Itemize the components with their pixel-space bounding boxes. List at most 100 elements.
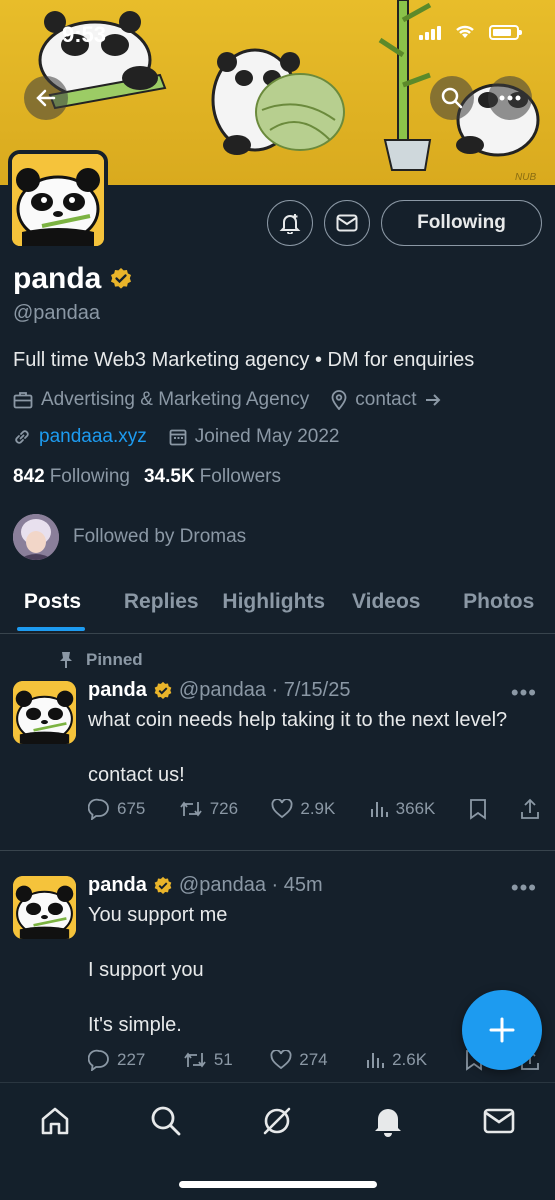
website-link[interactable]: pandaaa.xyz — [39, 426, 147, 448]
battery-icon — [489, 24, 522, 40]
followed-by-row[interactable]: Followed by Dromas — [13, 514, 246, 560]
profile-name: panda — [13, 262, 102, 295]
post-text-line: It's simple. — [88, 1014, 182, 1036]
analytics-icon — [370, 802, 388, 817]
post-text-line: I support you — [88, 959, 204, 981]
verified-badge-icon — [154, 876, 172, 894]
verified-badge-icon[interactable] — [109, 267, 133, 291]
panda-avatar-image — [13, 681, 76, 744]
tab-photos[interactable]: Photos — [443, 578, 555, 633]
post-handle-time: @pandaa · 7/15/25 — [178, 679, 351, 701]
tab-posts[interactable]: Posts — [0, 578, 105, 633]
profile-name-row: panda — [13, 262, 133, 296]
contact-link[interactable]: contact — [355, 389, 416, 411]
status-time: 9:53 — [62, 22, 107, 47]
tab-highlights[interactable]: Highlights — [218, 578, 331, 633]
home-indicator[interactable] — [179, 1181, 377, 1188]
views-button[interactable]: 2.6K — [365, 1050, 427, 1070]
post-actions: 675 726 2.9K 366K — [88, 798, 540, 820]
heart-icon — [271, 799, 293, 819]
post-author[interactable]: panda — [88, 679, 147, 702]
back-button[interactable] — [24, 76, 68, 120]
pinned-label: Pinned — [58, 650, 143, 670]
ellipsis-icon — [499, 95, 521, 101]
share-icon — [521, 798, 539, 819]
like-button[interactable]: 274 — [270, 1050, 328, 1070]
profile-tabs: Posts Replies Highlights Videos Photos — [0, 578, 555, 634]
following-button[interactable]: Following — [381, 200, 542, 246]
like-button[interactable]: 2.9K — [271, 799, 335, 819]
post-text-line: what coin needs help taking it to the ne… — [88, 709, 508, 731]
heart-icon — [270, 1050, 292, 1070]
tab-videos[interactable]: Videos — [330, 578, 443, 633]
plus-icon — [489, 1017, 515, 1043]
link-icon — [15, 430, 29, 444]
post-avatar[interactable] — [13, 876, 76, 939]
bell-icon — [375, 1109, 401, 1137]
nav-notifications[interactable] — [368, 1101, 408, 1141]
briefcase-icon — [13, 392, 33, 409]
profile-category: Advertising & Marketing Agency — [41, 389, 310, 410]
post-author[interactable]: panda — [88, 874, 147, 897]
profile-avatar[interactable] — [8, 150, 108, 250]
envelope-icon — [336, 214, 358, 232]
verified-badge-icon — [154, 681, 172, 699]
post-handle-time: @pandaa · 45m — [178, 874, 323, 896]
nav-messages[interactable] — [479, 1101, 519, 1141]
signal-icon — [419, 24, 441, 40]
calendar-icon — [169, 429, 187, 446]
wifi-icon — [456, 25, 474, 38]
arrow-left-icon — [36, 89, 56, 107]
post-text-line: contact us! — [88, 764, 185, 786]
repost-icon — [184, 1052, 206, 1068]
arrow-right-icon — [425, 394, 440, 406]
envelope-icon — [483, 1108, 515, 1134]
search-icon — [151, 1106, 181, 1136]
more-options-button[interactable] — [488, 76, 532, 120]
post-text-line: You support me — [88, 904, 228, 926]
joined-date: Joined May 2022 — [194, 426, 340, 447]
post-avatar[interactable] — [13, 681, 76, 744]
followers-count-link[interactable]: 34.5K Followers — [144, 466, 281, 488]
panda-avatar-image — [13, 876, 76, 939]
nav-home[interactable] — [35, 1101, 75, 1141]
post-more-icon[interactable]: ••• — [511, 680, 537, 706]
home-icon — [41, 1107, 69, 1135]
profile-meta-row-2: pandaaa.xyz Joined May 2022 — [13, 426, 339, 448]
profile-handle: @pandaa — [13, 302, 101, 324]
nav-search[interactable] — [146, 1101, 186, 1141]
post-more-icon[interactable]: ••• — [511, 875, 537, 901]
location-pin-icon — [331, 390, 347, 410]
bookmark-button[interactable] — [469, 798, 487, 820]
grok-icon — [263, 1107, 291, 1135]
views-button[interactable]: 366K — [369, 799, 435, 819]
bell-plus-icon — [279, 214, 301, 234]
repost-icon — [179, 801, 202, 817]
compose-post-button[interactable] — [462, 990, 542, 1070]
repost-button[interactable]: 51 — [183, 1050, 233, 1070]
post-header: panda @pandaa · 45m — [88, 874, 323, 897]
tab-replies[interactable]: Replies — [105, 578, 218, 633]
post-divider — [0, 850, 555, 851]
banner-signature: NUB — [515, 172, 536, 183]
search-button[interactable] — [430, 76, 474, 120]
reply-button[interactable]: 675 — [88, 798, 145, 820]
reply-button[interactable]: 227 — [88, 1049, 145, 1071]
follower-avatar — [13, 514, 59, 560]
reply-icon — [88, 798, 109, 820]
status-icons — [419, 24, 522, 40]
notifications-subscribe-button[interactable] — [267, 200, 313, 246]
search-icon — [441, 87, 463, 109]
following-count-link[interactable]: 842 Following — [13, 466, 130, 488]
nav-grok[interactable] — [257, 1101, 297, 1141]
profile-bio: Full time Web3 Marketing agency • DM for… — [13, 349, 475, 371]
bookmark-icon — [469, 799, 486, 820]
followed-by-text: Followed by Dromas — [73, 526, 247, 547]
analytics-icon — [367, 1053, 385, 1068]
post-header: panda @pandaa · 7/15/25 — [88, 679, 350, 702]
message-button[interactable] — [324, 200, 370, 246]
reply-icon — [88, 1049, 109, 1071]
share-button[interactable] — [520, 798, 540, 820]
profile-meta-row-1: Advertising & Marketing Agency contact — [13, 389, 441, 411]
repost-button[interactable]: 726 — [179, 799, 238, 819]
